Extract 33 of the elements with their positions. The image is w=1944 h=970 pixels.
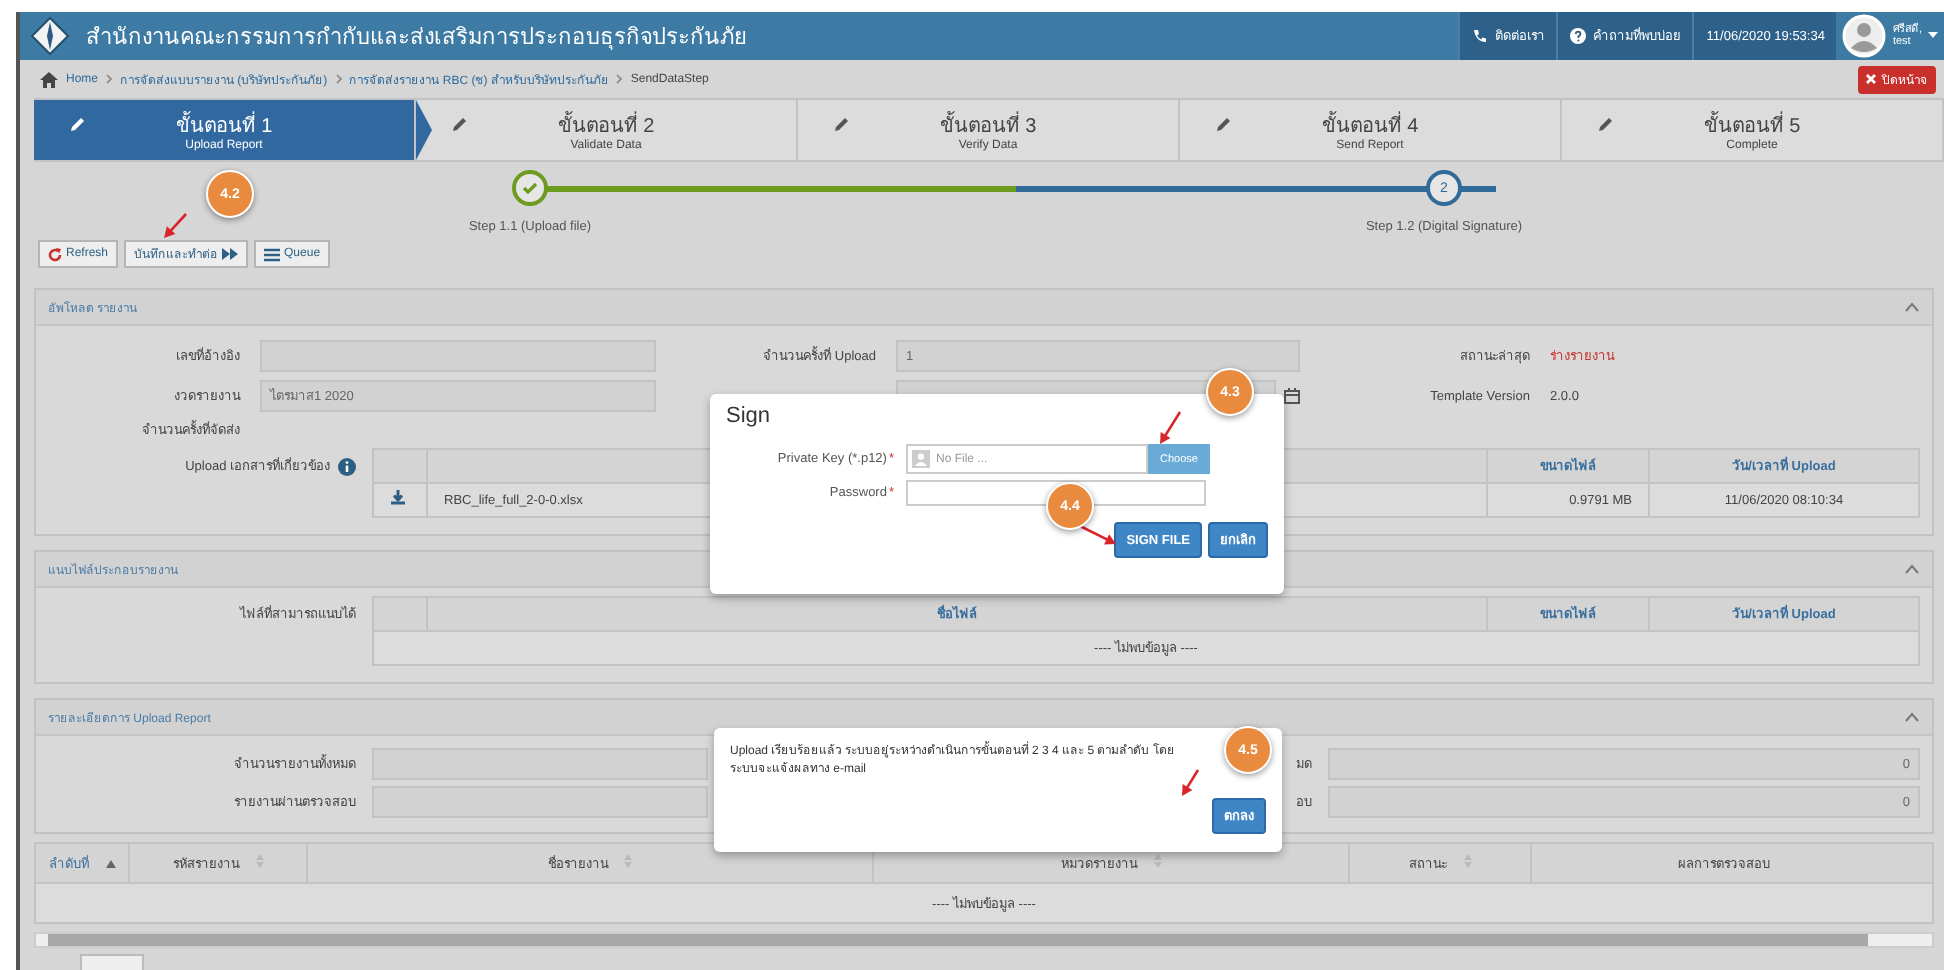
diamond-logo-icon xyxy=(30,16,70,56)
collapse-icon[interactable] xyxy=(1904,712,1920,722)
pencil-icon xyxy=(452,116,468,132)
step-arrow-icon xyxy=(416,100,432,160)
app-title: สำนักงานคณะกรรมการกำกับและส่งเสริมการประกอบธุรกิจประกันภัย xyxy=(86,24,746,54)
pencil-icon xyxy=(1598,116,1614,132)
chevron-icon xyxy=(106,74,113,84)
pencil-icon xyxy=(1216,116,1232,132)
pencil-icon xyxy=(70,116,86,132)
horizontal-scrollbar[interactable] xyxy=(34,932,1934,948)
download-icon[interactable] xyxy=(390,490,406,506)
collapse-icon[interactable] xyxy=(1904,302,1920,312)
input-field[interactable] xyxy=(372,786,708,818)
check-icon xyxy=(522,182,538,194)
collapse-icon[interactable] xyxy=(1904,564,1920,574)
avatar-icon[interactable] xyxy=(1842,14,1887,58)
phone-icon xyxy=(1472,28,1489,44)
info-icon[interactable] xyxy=(338,457,356,475)
password-field[interactable] xyxy=(906,480,1206,506)
question-icon xyxy=(1570,28,1587,44)
fast-forward-icon xyxy=(222,248,239,260)
calendar-icon[interactable] xyxy=(1284,388,1300,404)
dialog-title: Sign xyxy=(726,404,773,428)
chevron-icon xyxy=(335,74,342,84)
caret-icon[interactable] xyxy=(1928,32,1938,40)
input-field[interactable] xyxy=(372,748,708,780)
refresh-icon xyxy=(48,247,62,261)
close-icon xyxy=(1866,74,1876,84)
chevron-icon xyxy=(616,74,623,84)
pencil-icon xyxy=(834,116,850,132)
list-icon xyxy=(264,247,281,261)
home-icon[interactable] xyxy=(40,71,58,87)
image-placeholder-icon xyxy=(912,450,930,468)
